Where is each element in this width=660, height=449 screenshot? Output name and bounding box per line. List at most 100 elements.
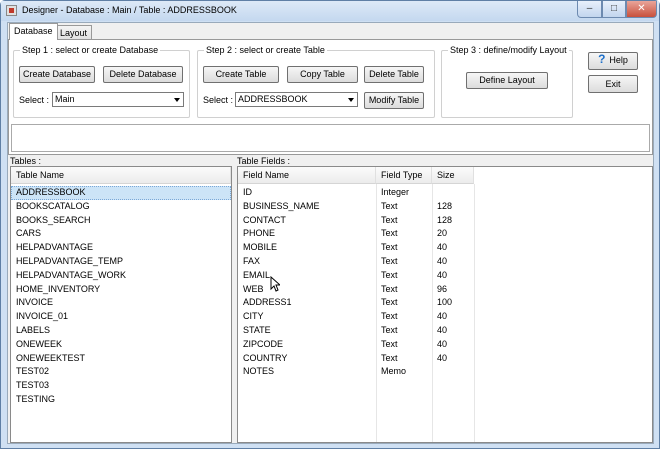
field-name-cell: ID [243,187,252,197]
table-row[interactable]: COUNTRY Text 40 [238,352,474,366]
field-size-cell: 128 [437,214,453,225]
field-type-cell: Text [381,214,398,225]
field-size-cell: 40 [437,256,448,266]
client-area: Database Layout Step 1 : select or creat… [7,22,654,444]
help-question-icon: ? [598,52,606,66]
designer-window: Designer - Database : Main / Table : ADD… [0,0,660,449]
field-name-cell: FAX [243,256,261,266]
table-list-item[interactable]: INVOICE_01 [11,310,231,324]
field-name-cell: CITY [243,311,264,322]
database-select-label: Select : [19,95,50,105]
field-name-cell: STATE [243,325,271,335]
minimize-button[interactable]: – [577,1,602,18]
tables-label: Tables : [10,156,42,166]
table-list-item[interactable]: INVOICE [11,296,231,310]
step2-title: Step 2 : select or create Table [204,45,327,55]
tables-listbox[interactable]: Table Name ADDRESSBOOK BOOKSCATALOG BOOKS_… [10,166,232,443]
table-select-label: Select : [203,95,234,105]
field-name-cell: WEB [243,283,264,294]
tab-database[interactable]: Database [9,23,58,40]
table-list-item[interactable]: TESTING [11,393,231,407]
table-list-item[interactable]: TEST02 [11,365,231,379]
window-title: Designer - Database : Main / Table : ADD… [22,5,237,15]
table-row[interactable]: BUSINESS_NAME Text 128 [238,200,474,214]
field-type-cell: Text [381,256,398,266]
table-row[interactable]: CITY Text 40 [238,310,474,324]
field-size-cell: 20 [437,228,448,239]
table-row[interactable]: ADDRESS1 Text 100 [238,296,474,310]
table-list-item[interactable]: HOME_INVENTORY [11,283,231,297]
table-list-item[interactable]: LABELS [11,324,231,338]
field-type-cell: Text [381,311,398,322]
maximize-button[interactable]: □ [602,1,626,18]
table-name-column-header[interactable]: Table Name [11,167,231,184]
field-size-cell: 40 [437,269,448,280]
create-table-button[interactable]: Create Table [203,66,279,83]
step1-group: Step 1 : select or create Database Creat… [13,45,190,118]
table-list-item[interactable]: CARS [11,227,231,241]
field-size-cell: 40 [437,352,448,363]
table-row[interactable]: PHONE Text 20 [238,227,474,241]
field-size-cell: 40 [437,338,448,349]
delete-database-button[interactable]: Delete Database [103,66,183,83]
table-list-item[interactable]: HELPADVANTAGE_WORK [11,269,231,283]
step3-title: Step 3 : define/modify Layout [448,45,569,55]
field-size-cell: 40 [437,311,448,322]
step3-group: Step 3 : define/modify Layout Define Lay… [441,45,573,118]
table-list-item[interactable]: ONEWEEK [11,338,231,352]
field-type-cell: Text [381,228,398,239]
table-list-item[interactable]: ONEWEEKTEST [11,352,231,366]
table-fields-grid[interactable]: Field Name Field Type Size ID Integer BUSI… [237,166,653,443]
help-label: Help [609,55,628,65]
copy-table-button[interactable]: Copy Table [287,66,358,83]
field-type-cell: Text [381,325,398,335]
field-name-cell: COUNTRY [243,352,288,363]
field-size-cell: 40 [437,242,448,253]
mouse-cursor-icon [270,276,280,292]
table-list-item[interactable]: ADDRESSBOOK [11,186,231,200]
table-row[interactable]: CONTACT Text 128 [238,214,474,228]
modify-table-button[interactable]: Modify Table [364,92,424,109]
field-name-cell: EMAIL [243,269,271,280]
field-type-cell: Text [381,242,398,253]
define-layout-button[interactable]: Define Layout [466,72,548,89]
field-name-cell: CONTACT [243,214,286,225]
field-name-cell: PHONE [243,228,276,239]
table-list-item[interactable]: BOOKS_SEARCH [11,214,231,228]
table-row[interactable]: NOTES Memo [238,365,474,379]
table-list-item[interactable]: BOOKSCATALOG [11,200,231,214]
size-column-header[interactable]: Size [432,167,474,184]
table-list-item[interactable]: TEST03 [11,379,231,393]
database-select[interactable]: Main [52,92,184,107]
field-name-cell: NOTES [243,366,275,377]
field-type-column-header[interactable]: Field Type [376,167,432,184]
table-row[interactable]: STATE Text 40 [238,324,474,338]
field-type-cell: Text [381,283,398,294]
title-bar: Designer - Database : Main / Table : ADD… [1,1,659,21]
create-database-button[interactable]: Create Database [19,66,95,83]
delete-table-button[interactable]: Delete Table [364,66,424,83]
table-select-value: ADDRESSBOOK [238,94,308,104]
column-divider [474,184,475,442]
table-list-item[interactable]: HELPADVANTAGE_TEMP [11,255,231,269]
field-name-cell: BUSINESS_NAME [243,200,320,211]
exit-button[interactable]: Exit [588,75,638,93]
close-button[interactable]: ✕ [626,1,657,18]
app-icon [6,5,17,16]
table-row[interactable]: ID Integer [238,186,474,200]
table-row[interactable]: ZIPCODE Text 40 [238,338,474,352]
chevron-down-icon [174,98,180,102]
field-size-cell: 100 [437,297,453,308]
table-list-item[interactable]: HELPADVANTAGE [11,241,231,255]
field-type-cell: Text [381,297,398,308]
field-type-cell: Memo [381,366,407,377]
database-select-value: Main [55,94,75,104]
table-row[interactable]: FAX Text 40 [238,255,474,269]
field-type-cell: Text [381,200,398,211]
field-name-cell: MOBILE [243,242,278,253]
help-button[interactable]: ? Help [588,52,638,70]
field-name-cell: ADDRESS1 [243,297,292,308]
field-name-column-header[interactable]: Field Name [238,167,376,184]
table-select[interactable]: ADDRESSBOOK [235,92,358,107]
table-row[interactable]: MOBILE Text 40 [238,241,474,255]
